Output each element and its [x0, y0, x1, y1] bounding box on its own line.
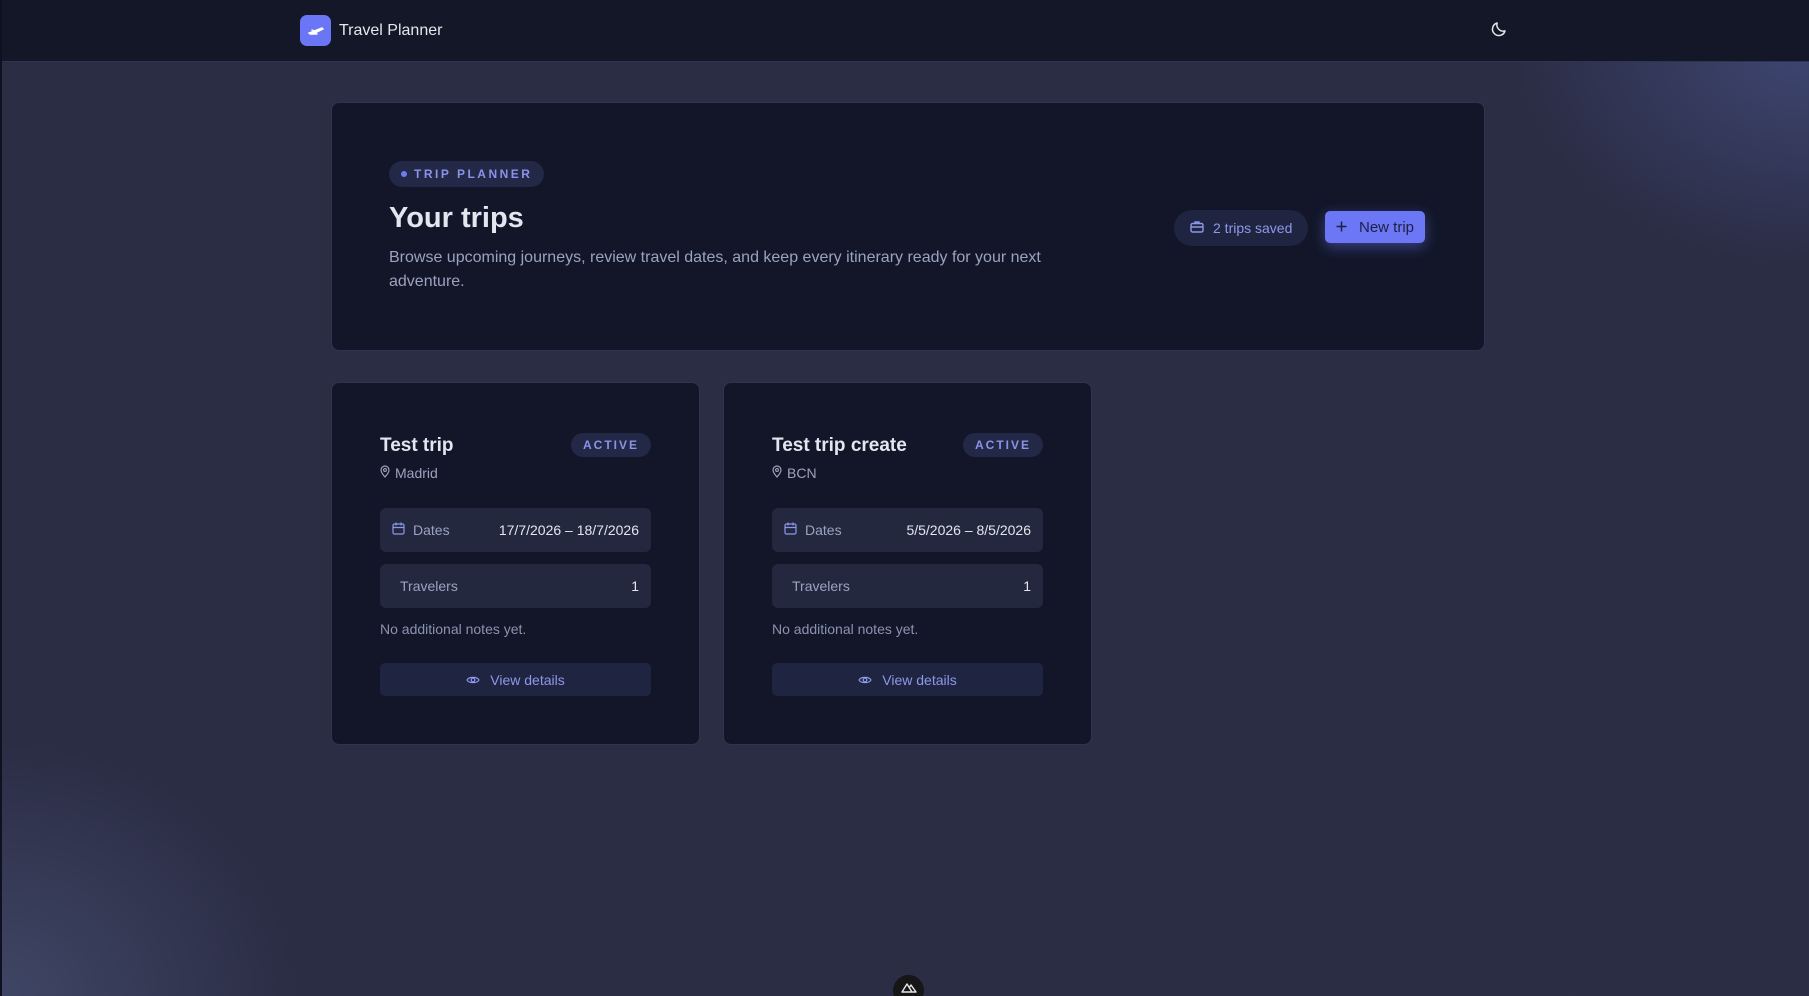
- page-title: Your trips: [389, 202, 524, 234]
- trip-location: Madrid: [380, 465, 438, 481]
- section-tag: TRIP PLANNER: [389, 161, 545, 187]
- map-pin-icon: [380, 465, 390, 481]
- trip-notes: No additional notes yet.: [772, 621, 919, 637]
- section-tag-label: TRIP PLANNER: [414, 167, 533, 181]
- status-badge: ACTIVE: [962, 433, 1043, 457]
- brand[interactable]: Travel Planner: [300, 15, 442, 46]
- dates-label: Dates: [413, 522, 450, 538]
- dates-label-group: Dates: [784, 522, 842, 538]
- devtools-logo-icon[interactable]: [893, 975, 924, 996]
- travelers-row: Travelers 1: [772, 564, 1043, 608]
- dot-icon: [401, 171, 407, 177]
- plus-icon: [1336, 219, 1347, 236]
- trip-card: Test trip create ACTIVE BCN Dates 5/5/20…: [723, 382, 1092, 745]
- view-details-button[interactable]: View details: [772, 663, 1043, 696]
- dates-row: Dates 5/5/2026 – 8/5/2026: [772, 508, 1043, 552]
- trip-notes: No additional notes yet.: [380, 621, 527, 637]
- status-badge: ACTIVE: [570, 433, 651, 457]
- travelers-row: Travelers 1: [380, 564, 651, 608]
- dates-row: Dates 17/7/2026 – 18/7/2026: [380, 508, 651, 552]
- trip-title: Test trip create: [772, 435, 907, 456]
- top-navbar: Travel Planner: [2, 0, 1809, 62]
- map-pin-icon: [772, 465, 782, 481]
- dates-value: 17/7/2026 – 18/7/2026: [498, 522, 639, 538]
- travelers-label: Travelers: [400, 578, 458, 594]
- travelers-value: 1: [1023, 578, 1031, 594]
- travelers-value: 1: [631, 578, 639, 594]
- trips-saved-label: 2 trips saved: [1213, 220, 1293, 236]
- calendar-icon: [392, 522, 405, 538]
- dates-value: 5/5/2026 – 8/5/2026: [906, 522, 1031, 538]
- eye-icon: [466, 672, 480, 688]
- trip-card: Test trip ACTIVE Madrid Dates 17/7/2026 …: [331, 382, 700, 745]
- view-details-button[interactable]: View details: [380, 663, 651, 696]
- app-title: Travel Planner: [339, 21, 443, 39]
- calendar-icon: [784, 522, 797, 538]
- trip-location-label: BCN: [787, 465, 817, 481]
- trip-location: BCN: [772, 465, 817, 481]
- hero-panel: TRIP PLANNER Your trips Browse upcoming …: [331, 102, 1485, 351]
- trip-title: Test trip: [380, 435, 454, 456]
- plane-icon: [300, 15, 331, 46]
- view-details-label: View details: [882, 671, 957, 688]
- briefcase-icon: [1190, 220, 1204, 236]
- dates-label-group: Dates: [392, 522, 450, 538]
- trip-location-label: Madrid: [395, 465, 438, 481]
- page-description: Browse upcoming journeys, review travel …: [389, 249, 1041, 290]
- dates-label: Dates: [805, 522, 842, 538]
- moon-icon[interactable]: [1490, 20, 1510, 40]
- trips-saved-badge: 2 trips saved: [1174, 210, 1309, 246]
- new-trip-button[interactable]: New trip: [1325, 211, 1426, 243]
- eye-icon: [858, 672, 872, 688]
- travelers-label: Travelers: [792, 578, 850, 594]
- new-trip-label: New trip: [1359, 218, 1415, 236]
- view-details-label: View details: [490, 671, 565, 688]
